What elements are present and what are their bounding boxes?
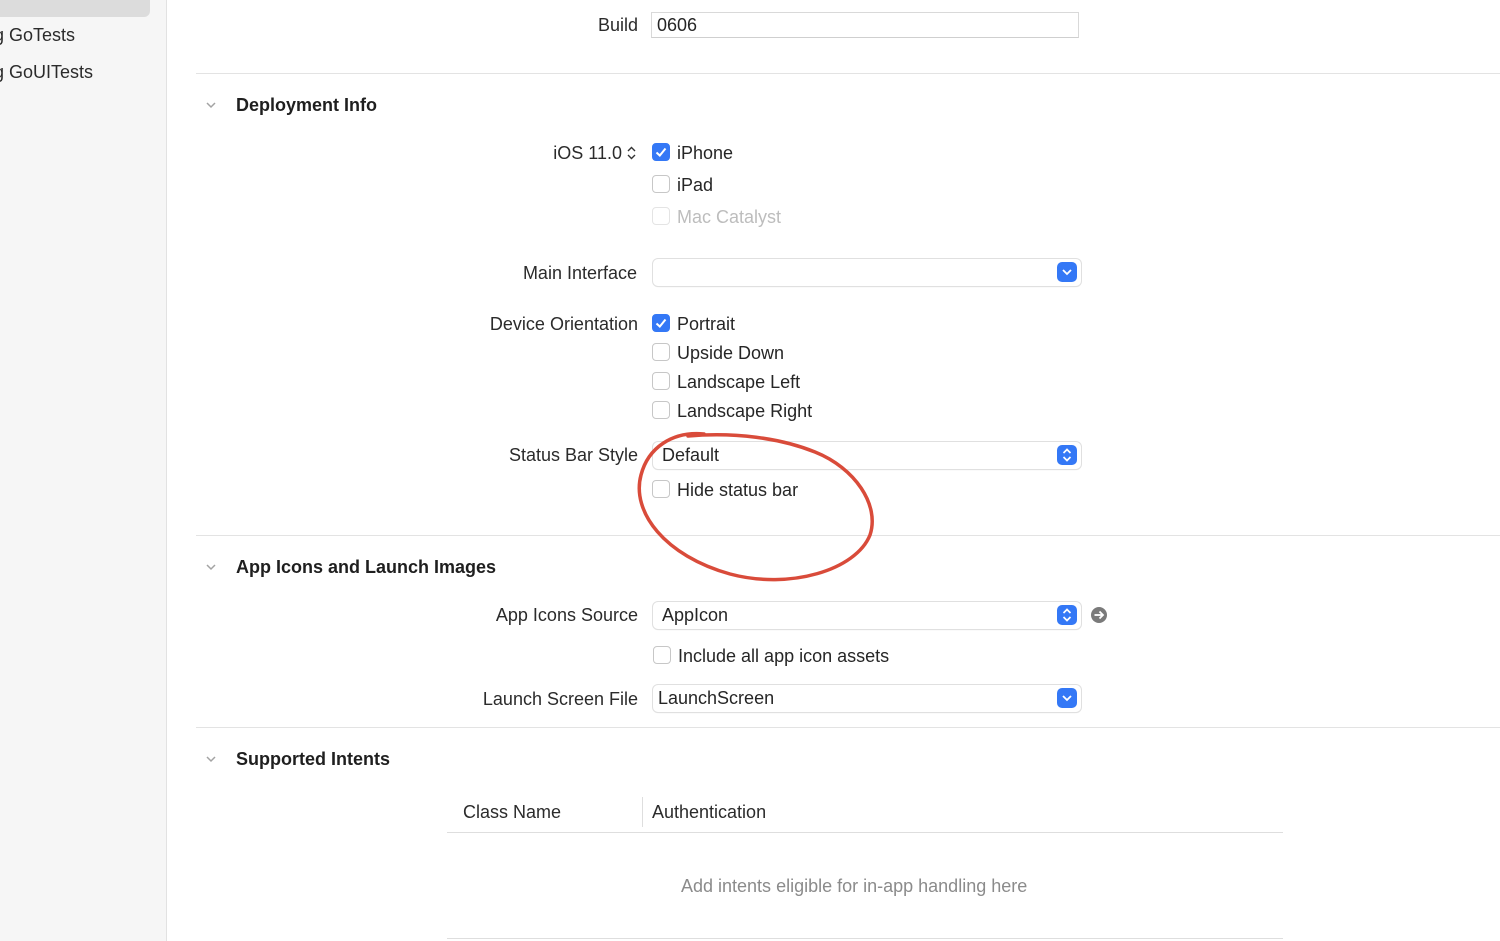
- sidebar-item-label: GoTests: [9, 25, 76, 45]
- chevron-down-icon[interactable]: [206, 562, 216, 572]
- chevron-down-icon: [1057, 688, 1077, 708]
- mac-catalyst-checkbox: [652, 207, 670, 225]
- checkmark-icon: [655, 318, 667, 328]
- landscape-right-checkbox[interactable]: [652, 401, 670, 419]
- portrait-checkbox[interactable]: [652, 314, 670, 332]
- launch-screen-label: Launch Screen File: [482, 689, 638, 709]
- checkmark-icon: [655, 147, 667, 157]
- ipad-checkbox[interactable]: [652, 175, 670, 193]
- app-icons-source-value: AppIcon: [662, 605, 729, 625]
- device-orientation-label: Device Orientation: [489, 314, 638, 334]
- landscape-left-label: Landscape Left: [677, 372, 801, 392]
- app-icons-title: App Icons and Launch Images: [236, 557, 497, 577]
- ipad-label: iPad: [677, 175, 714, 195]
- mac-catalyst-label: Mac Catalyst: [677, 207, 782, 227]
- target-icon: g: [0, 62, 4, 83]
- iphone-label: iPhone: [677, 143, 734, 163]
- build-label: Build: [597, 15, 638, 35]
- up-down-chevron-icon: [1057, 605, 1077, 625]
- column-header-class-name[interactable]: Class Name: [463, 802, 561, 823]
- hide-status-bar-checkbox[interactable]: [652, 480, 670, 498]
- chevron-down-icon[interactable]: [206, 754, 216, 764]
- table-bottom-border: [447, 938, 1283, 939]
- section-divider: [196, 727, 1500, 728]
- landscape-right-label: Landscape Right: [677, 401, 813, 421]
- upside-down-label: Upside Down: [677, 343, 785, 363]
- status-bar-style-value: Default: [662, 445, 720, 465]
- sidebar: Go g GoTests g GoUITests: [0, 0, 167, 941]
- chevron-down-icon: [1057, 262, 1077, 282]
- column-header-authentication[interactable]: Authentication: [652, 802, 766, 823]
- section-divider: [196, 535, 1500, 536]
- intents-empty-placeholder: Add intents eligible for in-app handling…: [681, 876, 1028, 896]
- include-all-icons-label: Include all app icon assets: [678, 646, 890, 666]
- main-interface-popup[interactable]: [653, 259, 1081, 286]
- chevron-down-icon[interactable]: [206, 100, 216, 110]
- hide-status-bar-label: Hide status bar: [677, 480, 799, 500]
- supported-intents-title: Supported Intents: [236, 749, 390, 769]
- launch-screen-value: LaunchScreen: [658, 688, 775, 708]
- deployment-info-title: Deployment Info: [236, 95, 378, 115]
- sidebar-item-label: GoUITests: [9, 62, 94, 82]
- table-header-divider: [447, 832, 1283, 833]
- app-icons-source-label: App Icons Source: [495, 605, 638, 625]
- launch-screen-popup[interactable]: LaunchScreen: [653, 685, 1081, 712]
- status-bar-style-label: Status Bar Style: [508, 445, 638, 465]
- ios-version-label: iOS 11.0: [553, 143, 622, 163]
- section-divider: [196, 73, 1500, 74]
- target-icon: g: [0, 25, 4, 46]
- portrait-label: Portrait: [677, 314, 736, 334]
- upside-down-checkbox[interactable]: [652, 343, 670, 361]
- sidebar-item-go-label: Go: [5, 0, 29, 3]
- include-all-icons-checkbox[interactable]: [653, 646, 671, 664]
- app-icons-source-popup[interactable]: AppIcon: [653, 602, 1081, 629]
- main-panel: Build 0606 Deployment Info iOS 11.0 iPho…: [166, 0, 1500, 941]
- column-separator: [642, 797, 643, 827]
- main-interface-label: Main Interface: [522, 263, 637, 283]
- up-down-chevron-icon: [1057, 445, 1077, 465]
- build-field[interactable]: 0606: [651, 12, 1079, 38]
- iphone-checkbox[interactable]: [652, 143, 670, 161]
- status-bar-style-popup[interactable]: Default: [653, 442, 1081, 469]
- up-down-chevron-icon: [627, 146, 636, 160]
- landscape-left-checkbox[interactable]: [652, 372, 670, 390]
- ios-version-popup[interactable]: iOS 11.0: [553, 143, 622, 164]
- sidebar-selected-item[interactable]: Go: [0, 0, 150, 17]
- go-to-arrow-icon[interactable]: [1090, 606, 1108, 624]
